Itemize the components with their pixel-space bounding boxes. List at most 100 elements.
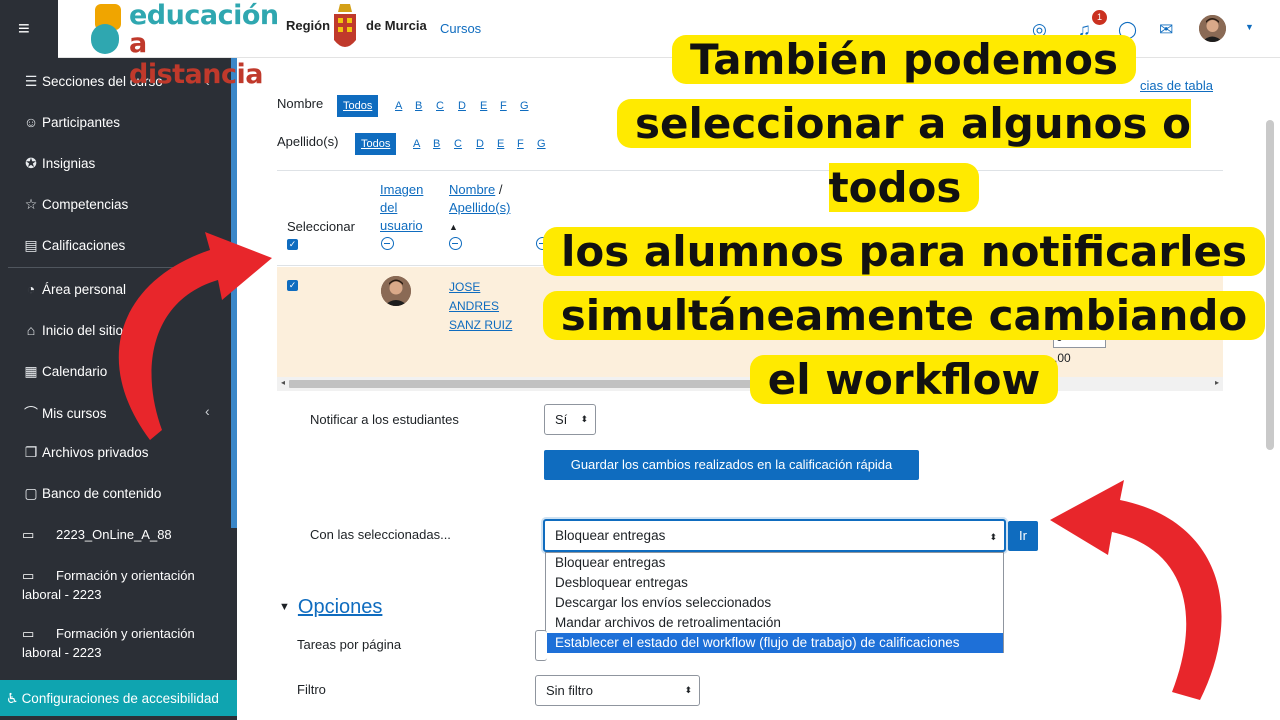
home-icon: ⌂ (26, 322, 36, 338)
letter-filter-link[interactable]: A (413, 138, 420, 150)
student-name-link[interactable]: JOSE ANDRES SANZ RUIZ (449, 278, 529, 335)
graduation-cap-icon: ⌒ (24, 405, 38, 421)
hamburger-menu-icon[interactable]: ≡ (18, 18, 30, 41)
letter-filter-link[interactable]: D (476, 138, 484, 150)
dropdown-option[interactable]: Bloquear entregas (546, 553, 1003, 573)
save-quick-grading-button[interactable]: Guardar los cambios realizados en la cal… (544, 450, 919, 480)
sidebar-item-label: Participantes (42, 114, 121, 130)
table-icon: ▤ (24, 237, 38, 253)
sidebar-course-1[interactable]: ▭ 2223_OnLine_A_88 (22, 525, 222, 544)
per-page-label: Tareas por página (297, 637, 402, 652)
sidebar-item-banco[interactable]: ▢ Banco de contenido (22, 485, 161, 502)
dropdown-option[interactable]: Mandar archivos de retroalimentación (546, 613, 1003, 633)
sidebar-course-3[interactable]: ▭ Formación y orientación laboral - 2223 (22, 624, 222, 662)
student-avatar (381, 276, 411, 306)
sidebar-course-2[interactable]: ▭ Formación y orientación laboral - 2223 (22, 566, 222, 604)
sidebar-item-area-personal[interactable]: ◔ Área personal (22, 281, 126, 297)
opciones-section-toggle[interactable]: ▼ Opciones (279, 596, 382, 619)
sidebar-item-competencias[interactable]: ☆ Competencias (22, 196, 129, 213)
star-icon: ☆ (24, 196, 38, 212)
sidebar-item-calendario[interactable]: ▦ Calendario (22, 363, 107, 380)
sidebar-item-archivos[interactable]: ❐ Archivos privados (22, 444, 149, 461)
sort-by-last-name[interactable]: Apellido(s) (449, 200, 510, 215)
letter-filter-link[interactable]: D (458, 100, 466, 112)
letter-filter-link[interactable]: B (415, 100, 422, 112)
opciones-title: Opciones (297, 596, 383, 618)
folder-icon: ▭ (22, 568, 35, 583)
notify-students-label: Notificar a los estudiantes (310, 412, 459, 427)
name-separator: / (495, 182, 503, 197)
sidebar-item-label: Insignias (42, 156, 96, 171)
collapse-column-icon[interactable] (449, 237, 462, 250)
file-icon: ❐ (24, 444, 38, 460)
folder-icon: ▭ (22, 626, 35, 641)
dropdown-option[interactable]: Descargar los envíos seleccionados (546, 593, 1003, 613)
letter-filter-link[interactable]: G (520, 100, 529, 112)
select-all-checkbox[interactable]: ✓ (287, 239, 298, 250)
sidebar-item-label: Banco de contenido (42, 486, 162, 501)
callout-line: seleccionar a algunos o todos (617, 99, 1191, 212)
chevron-left-icon[interactable]: ‹ (205, 403, 210, 419)
sidebar-scrollbar[interactable] (231, 58, 237, 528)
letter-filter-link[interactable]: E (497, 138, 504, 150)
sidebar-item-inicio[interactable]: ⌂ Inicio del sitio (22, 322, 123, 338)
logo-text: a distancia (129, 28, 263, 90)
letter-filter-link[interactable]: C (454, 138, 462, 150)
filter-select[interactable]: Sin filtro ⬍ (535, 675, 700, 706)
sidebar-item-label: Área personal (42, 281, 127, 297)
sidebar-item-insignias[interactable]: ✪ Insignias (22, 155, 95, 172)
notification-badge: 1 (1092, 10, 1107, 25)
page-scrollbar[interactable] (1266, 120, 1274, 450)
sidebar-item-label: Competencias (42, 197, 129, 212)
column-header-image[interactable]: Imagen del usuario (380, 181, 440, 235)
letter-filter-link[interactable]: C (436, 100, 444, 112)
letter-filter-link[interactable]: B (433, 138, 440, 150)
cursos-link[interactable]: Cursos (440, 21, 481, 36)
letter-filter-link[interactable]: F (500, 100, 507, 112)
letter-filter-link[interactable]: E (480, 100, 487, 112)
todos-apellido-button[interactable]: Todos (355, 133, 397, 155)
row-select-checkbox[interactable]: ✓ (287, 280, 298, 291)
sort-by-first-name[interactable]: Nombre (449, 182, 495, 197)
letter-filter-link[interactable]: F (517, 138, 524, 150)
sidebar-divider (8, 267, 230, 268)
sidebar-item-label: Calendario (42, 364, 108, 379)
callout-line: simultáneamente cambiando (542, 291, 1266, 340)
sidebar: ≡ ☰ Secciones del curso ‹ ☺ Participantes … (0, 0, 237, 720)
accessibility-label: Configuraciones de accesibilidad (21, 690, 219, 706)
bulk-action-select[interactable]: Bloquear entregas ⬍ (543, 519, 1006, 552)
users-icon: ☺ (23, 114, 39, 130)
callout-line: los alumnos para notificarles (543, 227, 1265, 276)
column-header-select: Seleccionar (287, 219, 355, 234)
sort-ascending-icon: ▲ (449, 222, 458, 232)
apellido-filter-label: Apellido(s) (277, 134, 339, 149)
dropdown-option-selected[interactable]: Establecer el estado del workflow (flujo… (546, 633, 1003, 653)
sidebar-item-mis-cursos[interactable]: ⌒ Mis cursos (22, 403, 107, 423)
calendar-icon: ▦ (24, 363, 38, 379)
sidebar-item-label: Inicio del sitio (42, 322, 124, 338)
collapse-column-icon[interactable] (381, 237, 394, 250)
todos-nombre-button[interactable]: Todos (337, 95, 379, 117)
sidebar-item-label: Calificaciones (42, 238, 126, 253)
region-label: Región (286, 18, 331, 33)
course-label: 2223_OnLine_A_88 (56, 527, 172, 542)
with-selected-label: Con las seleccionadas... (310, 527, 451, 542)
site-logo[interactable]: educación a distancia (89, 0, 279, 90)
logo-text: educación (129, 0, 279, 31)
per-page-select[interactable] (535, 630, 547, 661)
bulk-action-dropdown: Bloquear entregas Desbloquear entregas D… (545, 552, 1004, 653)
filter-label: Filtro (297, 682, 326, 697)
logo-mark (91, 24, 119, 54)
badge-icon: ✪ (25, 155, 37, 171)
select-arrows-icon: ⬍ (989, 532, 997, 542)
accessibility-settings[interactable]: ♿ Configuraciones de accesibilidad (0, 680, 237, 716)
letter-filter-link[interactable]: A (395, 100, 402, 112)
scroll-left-icon[interactable]: ◂ (281, 378, 285, 387)
sidebar-item-participantes[interactable]: ☺ Participantes (22, 114, 120, 130)
expand-triangle-icon: ▼ (279, 601, 290, 613)
nombre-filter-label: Nombre (277, 96, 324, 111)
sidebar-item-calificaciones[interactable]: ▤ Calificaciones (22, 237, 125, 254)
folder-icon: ▭ (22, 527, 35, 542)
dropdown-option[interactable]: Desbloquear entregas (546, 573, 1003, 593)
go-button[interactable]: Ir (1008, 521, 1038, 551)
